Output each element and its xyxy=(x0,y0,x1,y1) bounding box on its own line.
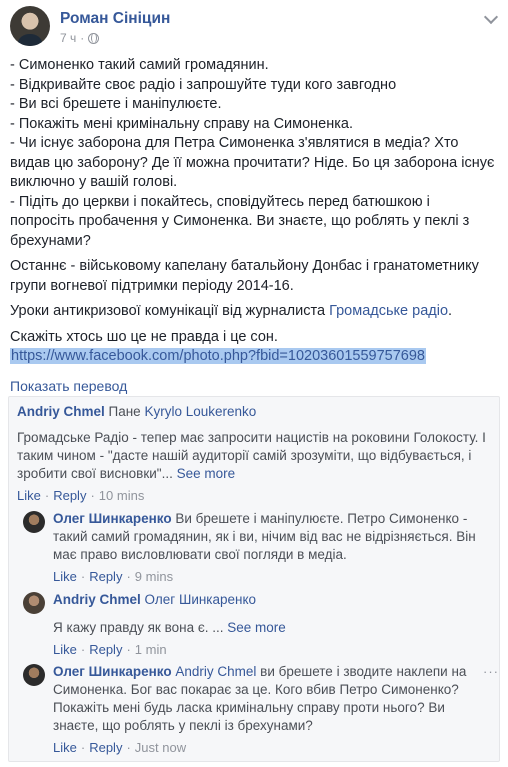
comment-actions: Like · Reply · 10 mins xyxy=(17,488,145,503)
post-line: - Симоненко такий самий громадянин. xyxy=(10,57,269,73)
post-line: видав цю заборону? Де її можна прочитати… xyxy=(10,154,495,171)
post-header: Роман Сініцин 7 ч · xyxy=(10,6,500,48)
post-paragraph-3: Уроки антикризової комунікації від журна… xyxy=(10,302,502,322)
like-button[interactable]: Like xyxy=(53,569,77,584)
see-more-link[interactable]: See more xyxy=(177,466,236,481)
photo-url-link[interactable]: https://www.facebook.com/photo.php?fbid=… xyxy=(10,348,426,364)
post-line: Скажіть хтось шо це не правда і це сон. xyxy=(10,328,278,345)
comment-actions: Like · Reply · 9 mins xyxy=(53,569,174,584)
comment-text: Я кажу правду як вона є. ... xyxy=(53,620,228,635)
post-text: . xyxy=(448,303,453,319)
comment-author[interactable]: Andriy Chmel xyxy=(53,592,141,607)
post-line: попросіть пробачення у Симоненка. Ви зна… xyxy=(10,213,470,229)
commenter-avatar[interactable] xyxy=(23,592,45,614)
page-link[interactable]: Громадське радіо xyxy=(329,303,448,319)
comment-time[interactable]: 10 mins xyxy=(99,488,145,503)
post-line: виключно у вашій голові. xyxy=(10,174,178,190)
comment: Andriy Chmel Пане Kyrylo Loukerenko Гром… xyxy=(17,403,493,505)
post-time[interactable]: 7 ч xyxy=(60,31,76,45)
comment-actions: Like · Reply · Just now xyxy=(53,740,187,755)
comment-line: знаєте, що роблять у пеклі із брехунами? xyxy=(53,718,313,733)
post-body: - Симоненко такий самий громадянин. - Ві… xyxy=(10,56,502,396)
comment-author[interactable]: Олег Шинкаренко xyxy=(53,664,172,679)
reply-button[interactable]: Reply xyxy=(89,569,122,584)
post-paragraph-2: Останнє - військовому капелану батальйон… xyxy=(10,257,502,296)
tagged-user[interactable]: Олег Шинкаренко xyxy=(145,592,257,607)
dot: · xyxy=(80,31,85,45)
comment-reply: ··· Олег Шинкаренко Andriy Chmel ви бреш… xyxy=(53,663,498,757)
reply-button[interactable]: Reply xyxy=(89,642,122,657)
globe-icon[interactable] xyxy=(88,32,100,44)
commenter-avatar[interactable] xyxy=(23,664,45,686)
commenter-avatar[interactable] xyxy=(23,511,45,533)
like-button[interactable]: Like xyxy=(17,488,41,503)
post-line: - Чи існує заборона для Петра Симоненка … xyxy=(10,135,459,151)
comment-time[interactable]: Just now xyxy=(135,740,186,755)
comments-section: Andriy Chmel Пане Kyrylo Loukerenko Гром… xyxy=(8,396,500,762)
post-line: брехунами? xyxy=(10,232,91,249)
comment-reply: Олег Шинкаренко Ви брешете і маніпулюєте… xyxy=(53,510,493,586)
comment-line: Симоненка. Бог вас покарає за це. Кого в… xyxy=(53,682,459,697)
reply-button[interactable]: Reply xyxy=(53,488,86,503)
like-button[interactable]: Like xyxy=(53,642,77,657)
tagged-user[interactable]: Kyrylo Loukerenko xyxy=(144,404,256,419)
comment-text: Пане xyxy=(104,404,145,419)
post-paragraph-4: Скажіть хтось шо це не правда і це сон. … xyxy=(10,328,502,367)
comment-text: ви брешете і зводите наклепи на xyxy=(256,664,467,679)
post-paragraph-1: - Симоненко такий самий громадянин. - Ві… xyxy=(10,56,502,251)
chevron-down-icon[interactable] xyxy=(483,9,499,25)
comment-line: зробити свої висновки"... xyxy=(17,466,177,481)
translate-link[interactable]: Показать перевод xyxy=(10,377,502,397)
comment-author[interactable]: Andriy Chmel xyxy=(17,404,105,419)
post-meta: 7 ч · xyxy=(60,31,100,45)
comment-time[interactable]: 9 mins xyxy=(135,569,173,584)
comment-line: Покажіть мені будь ласка кримінальну спр… xyxy=(53,700,445,715)
reply-button[interactable]: Reply xyxy=(89,740,122,755)
comment-line: Громадське Радіо - тепер має запросити н… xyxy=(17,430,486,445)
more-options-icon[interactable]: ··· xyxy=(483,663,499,681)
see-more-link[interactable]: See more xyxy=(227,620,286,635)
comment-line: таким чином - "дасте нашій аудиторії сам… xyxy=(17,448,472,463)
post-line: групи вогневої підтримки періоду 2014-16… xyxy=(10,277,294,294)
tagged-user[interactable]: Andriy Chmel xyxy=(175,664,256,679)
comment-line: такий самий громадянин, як і ви, нічим в… xyxy=(53,529,476,544)
comment-reply: Andriy Chmel Олег Шинкаренко Я кажу прав… xyxy=(53,591,493,659)
comment-text: Ви брешете і маніпулюєте. Петро Симоненк… xyxy=(171,511,468,526)
comment-time[interactable]: 1 min xyxy=(135,642,167,657)
comment-author[interactable]: Олег Шинкаренко xyxy=(53,511,172,526)
post-line: Останнє - військовому капелану батальйон… xyxy=(10,258,479,274)
comment-actions: Like · Reply · 1 min xyxy=(53,642,167,657)
author-name[interactable]: Роман Сініцин xyxy=(60,10,170,28)
comment-line: має право висловлювати свої погляди в ме… xyxy=(53,547,347,562)
like-button[interactable]: Like xyxy=(53,740,77,755)
post-line: - Ви всі брешете і маніпулюєте. xyxy=(10,96,222,112)
post-line: - Підіть до церкви і покайтесь, сповідуй… xyxy=(10,193,430,210)
post-line: - Відкривайте своє радіо і запрошуйте ту… xyxy=(10,76,397,93)
post-text: Уроки антикризової комунікації від журна… xyxy=(10,303,330,319)
post-line: - Покажіть мені кримінальну справу на Си… xyxy=(10,115,354,132)
author-avatar[interactable] xyxy=(10,6,50,46)
